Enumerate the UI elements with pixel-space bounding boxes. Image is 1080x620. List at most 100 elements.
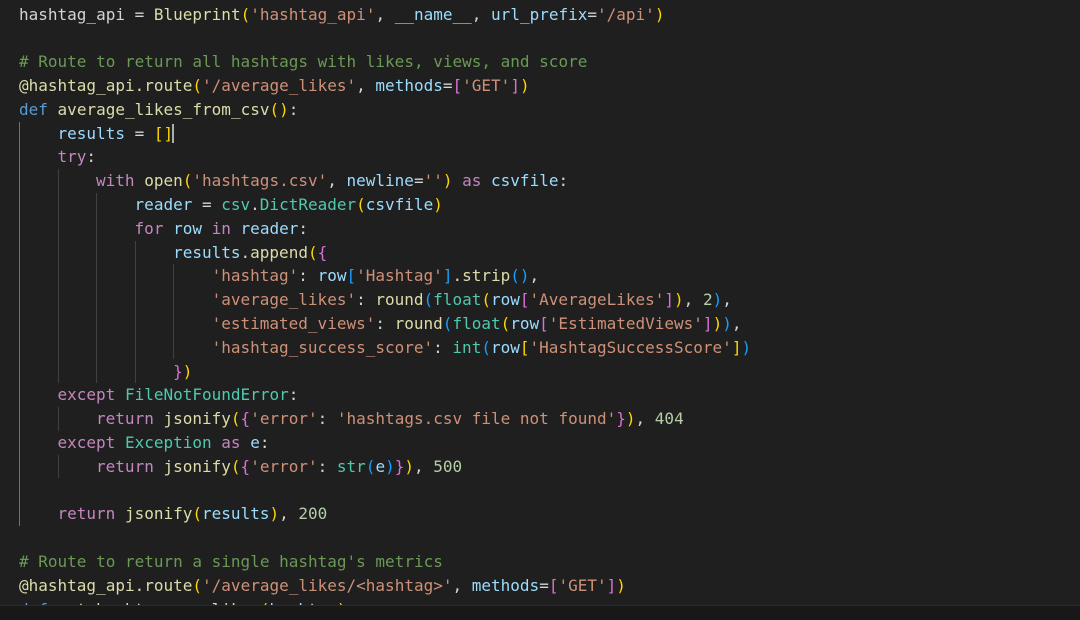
- code-token: ): [674, 290, 684, 310]
- code-token: :: [356, 290, 376, 310]
- code-line[interactable]: reader = csv.DictReader(csvfile): [19, 193, 443, 217]
- code-token: append: [250, 242, 308, 262]
- code-token: return: [96, 409, 154, 429]
- code-line[interactable]: results.append({: [19, 241, 327, 265]
- code-token: (: [356, 194, 366, 214]
- code-line[interactable]: except Exception as e:: [19, 431, 270, 455]
- code-editor[interactable]: hashtag_api = Blueprint('hashtag_api', _…: [0, 0, 1080, 605]
- code-token: (: [510, 266, 520, 286]
- code-token: ,: [279, 504, 299, 524]
- code-line[interactable]: 'hashtag_success_score': int(row['Hashta…: [19, 336, 752, 360]
- code-token: strip: [462, 266, 511, 286]
- code-line[interactable]: with open('hashtags.csv', newline='') as…: [19, 169, 568, 193]
- code-token: ): [182, 361, 193, 381]
- code-token: url_prefix: [491, 4, 588, 24]
- code-line[interactable]: return jsonify(results), 200: [19, 502, 328, 526]
- code-token: :: [298, 218, 308, 238]
- code-token: 'GET': [462, 75, 511, 95]
- code-line[interactable]: }): [19, 360, 192, 384]
- code-token: int: [452, 337, 482, 357]
- code-token: (: [481, 290, 491, 310]
- code-token: results: [173, 242, 241, 262]
- code-token: (: [182, 171, 193, 191]
- code-token: Exception: [124, 432, 212, 452]
- code-token: for: [134, 218, 164, 238]
- code-token: ,: [452, 575, 472, 595]
- code-token: try: [57, 147, 87, 167]
- code-token: (: [192, 504, 203, 524]
- code-token: csvfile: [491, 171, 559, 191]
- code-line[interactable]: return jsonify({'error': str(e)}), 500: [19, 455, 462, 479]
- code-line[interactable]: # Route to return a single hashtag's met…: [19, 550, 443, 574]
- code-token: ]: [606, 575, 617, 595]
- code-line[interactable]: 'average_likes': round(float(row['Averag…: [19, 288, 732, 312]
- code-token: ,: [356, 75, 376, 95]
- code-token: (: [500, 313, 511, 333]
- code-token: [: [346, 266, 357, 286]
- code-token: =: [442, 75, 453, 95]
- code-token: (: [192, 75, 203, 95]
- code-token: results: [202, 504, 270, 524]
- code-token: ,: [529, 266, 540, 286]
- code-token: ]: [664, 290, 675, 310]
- code-token: :: [558, 171, 569, 191]
- code-token: =: [124, 123, 154, 143]
- code-token: results: [57, 123, 125, 143]
- code-token: 'hashtag_api': [250, 4, 376, 24]
- code-token: ): [616, 575, 626, 595]
- code-token: row: [490, 337, 520, 357]
- code-line[interactable]: 'hashtag': row['Hashtag'].strip(),: [19, 264, 540, 288]
- code-token: ,: [375, 4, 395, 24]
- code-token: {: [240, 409, 251, 429]
- code-line[interactable]: results = []: [19, 122, 175, 146]
- code-line[interactable]: hashtag_api = Blueprint('hashtag_api', _…: [19, 3, 664, 27]
- code-line[interactable]: # Route to return all hashtags with like…: [19, 50, 587, 74]
- code-token: hashtag_api: [19, 4, 125, 24]
- code-token: :: [86, 147, 97, 167]
- code-line[interactable]: for row in reader:: [19, 217, 308, 241]
- code-token: jsonify: [163, 409, 231, 429]
- code-token: ): [269, 504, 280, 524]
- code-token: (: [240, 4, 251, 24]
- code-line[interactable]: def get_hashtag_avg_likes(hashtag):: [19, 598, 356, 606]
- code-token: }: [394, 456, 405, 476]
- code-token: DictReader: [259, 194, 357, 214]
- code-token: methods: [375, 75, 443, 95]
- code-line[interactable]: 'estimated_views': round(float(row['Esti…: [19, 312, 742, 336]
- code-token: __name__: [394, 4, 472, 24]
- code-line[interactable]: try:: [19, 145, 97, 169]
- code-token: Blueprint: [153, 4, 241, 24]
- code-token: row: [317, 266, 347, 286]
- code-token: ]: [442, 266, 453, 286]
- code-token: 2: [702, 290, 713, 310]
- code-token: as: [221, 432, 241, 452]
- code-token: round: [394, 313, 443, 333]
- code-line[interactable]: except FileNotFoundError:: [19, 383, 299, 407]
- code-token: # Route to return all hashtags with like…: [19, 52, 588, 72]
- code-token: :: [288, 385, 299, 405]
- code-token: except: [57, 385, 116, 405]
- code-token: (: [481, 337, 491, 357]
- code-line[interactable]: @hashtag_api.route('/average_likes', met…: [19, 74, 530, 98]
- code-line[interactable]: def average_likes_from_csv():: [19, 98, 298, 122]
- code-token: .: [240, 242, 251, 262]
- code-token: [: [153, 123, 164, 143]
- code-line[interactable]: @hashtag_api.route('/average_likes/<hash…: [19, 574, 626, 598]
- code-token: {: [317, 242, 328, 262]
- text-cursor: [172, 124, 175, 143]
- code-token: 'hashtag': [211, 266, 299, 286]
- code-token: [: [519, 337, 530, 357]
- code-token: except: [57, 432, 116, 452]
- code-token: e: [375, 456, 386, 476]
- code-token: row: [490, 290, 520, 310]
- code-token: ): [279, 99, 289, 119]
- code-line[interactable]: return jsonify({'error': 'hashtags.csv f…: [19, 407, 684, 431]
- code-token: (: [230, 409, 241, 429]
- code-token: :: [259, 432, 270, 452]
- horizontal-scrollbar[interactable]: [0, 605, 1080, 620]
